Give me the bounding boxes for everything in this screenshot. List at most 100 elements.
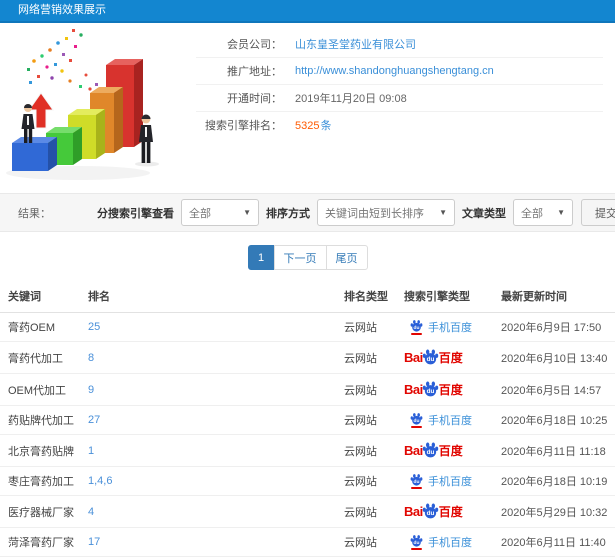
mobile-baidu-label: 手机百度 <box>428 476 472 488</box>
keyword-cell: 菏泽膏药厂家 <box>0 527 84 557</box>
baidu-paw-icon: du <box>410 320 423 332</box>
rank-link[interactable]: 9 <box>88 384 94 396</box>
info-label: 开通时间： <box>227 93 282 105</box>
pagination-next-button[interactable]: 下一页 <box>273 245 327 270</box>
baidu-paw-icon: du <box>422 442 438 458</box>
article-type-value: 全部 <box>521 207 543 220</box>
svg-text:du: du <box>414 325 420 331</box>
engine-filter-select[interactable]: 全部 ▼ <box>181 199 259 226</box>
info-value-link[interactable]: 山东皇圣堂药业有限公司 <box>295 36 416 52</box>
rank-cell: 9 <box>84 373 340 406</box>
engine-filter-value: 全部 <box>189 207 211 220</box>
pagination-last-button[interactable]: 尾页 <box>325 245 368 270</box>
rank-type-cell: 云网站 <box>340 341 400 374</box>
rank-count-unit: 条 <box>320 120 332 132</box>
baidu-paw-icon: du <box>422 381 438 397</box>
bar-blue <box>12 137 57 171</box>
engine-filter-label: 分搜索引擎查看 <box>97 207 174 220</box>
rank-link[interactable]: 4 <box>88 506 94 518</box>
engine-cell: du 手机百度 <box>400 405 497 435</box>
baidu-redline <box>411 426 422 428</box>
search-engine-rank-count: 5325条 <box>295 117 331 133</box>
table-row: 药贴牌代加工 27 云网站 du 手机百度 2020年6月18日 10:25 <box>0 405 615 435</box>
baidu-paw-icon: du <box>410 474 423 486</box>
svg-text:du: du <box>414 540 420 546</box>
sort-filter-select[interactable]: 关键词由短到长排序 ▼ <box>317 199 455 226</box>
rank-link[interactable]: 17 <box>88 536 100 548</box>
svg-text:du: du <box>414 479 420 485</box>
rank-link[interactable]: 1,4,6 <box>88 475 112 487</box>
chevron-down-icon: ▼ <box>243 208 251 217</box>
updated-cell: 2020年6月5日 14:57 <box>497 373 615 406</box>
rank-link[interactable]: 25 <box>88 321 100 333</box>
svg-text:du: du <box>426 356 434 363</box>
baidu-paw-icon: du <box>410 413 423 425</box>
rank-link[interactable]: 8 <box>88 352 94 364</box>
engine-cell: du 手机百度 <box>400 466 497 496</box>
column-header: 关键词 <box>0 280 84 313</box>
rank-count-number: 5325 <box>295 120 320 132</box>
updated-cell: 2020年6月11日 11:40 <box>497 527 615 557</box>
keyword-cell: 北京膏药贴牌 <box>0 434 84 467</box>
info-label: 推广地址： <box>227 66 282 78</box>
chevron-down-icon: ▼ <box>557 208 565 217</box>
rank-type-cell: 云网站 <box>340 312 400 342</box>
pagination: 1 下一页 尾页 <box>0 245 615 270</box>
mobile-baidu-logo: du 手机百度 <box>410 534 472 550</box>
rank-type-cell: 云网站 <box>340 405 400 435</box>
mobile-baidu-label: 手机百度 <box>428 322 472 334</box>
pagination-page-1[interactable]: 1 <box>247 245 275 270</box>
updated-cell: 2020年6月11日 11:18 <box>497 434 615 467</box>
baidu-paw-icon: du <box>422 349 438 365</box>
table-row: 医疗器械厂家 4 云网站 Bai du 百度 2020年5月29日 10:32 <box>0 495 615 528</box>
info-value-link[interactable]: http://www.shandonghuangshengtang.cn <box>295 65 494 77</box>
updated-cell: 2020年6月18日 10:25 <box>497 405 615 435</box>
rank-type-cell: 云网站 <box>340 495 400 528</box>
baidu-redline <box>411 548 422 550</box>
rank-cell: 4 <box>84 495 340 528</box>
baidu-paw-icon: du <box>410 535 423 547</box>
info-value: 2019年11月20日 09:08 <box>295 93 407 105</box>
info-row: 搜索引擎排名： 5325条 <box>196 112 603 138</box>
rank-link[interactable]: 27 <box>88 414 100 426</box>
rank-cell: 25 <box>84 312 340 342</box>
svg-text:du: du <box>426 388 434 395</box>
keyword-cell: 膏药代加工 <box>0 341 84 374</box>
rank-cell: 17 <box>84 527 340 557</box>
keyword-cell: OEM代加工 <box>0 373 84 406</box>
bar-chart-graphic <box>6 29 159 180</box>
rank-cell: 27 <box>84 405 340 435</box>
baidu-logo: Bai du 百度 <box>404 349 463 365</box>
column-header: 最新更新时间 <box>497 280 615 313</box>
column-header: 排名 <box>84 280 340 313</box>
baidu-paw-icon: du <box>422 503 438 519</box>
engine-cell: Bai du 百度 <box>400 434 497 467</box>
submit-button[interactable]: 提交 <box>581 199 615 226</box>
mobile-baidu-logo: du 手机百度 <box>410 412 472 428</box>
rank-link[interactable]: 1 <box>88 445 94 457</box>
article-type-select[interactable]: 全部 ▼ <box>513 199 573 226</box>
info-row: 推广地址： http://www.shandonghuangshengtang.c… <box>196 58 603 85</box>
page-title: 网络营销效果展示 <box>18 4 106 16</box>
result-label: 结果： <box>18 207 51 220</box>
page-title-bar: 网络营销效果展示 <box>0 0 615 23</box>
svg-text:du: du <box>426 449 434 456</box>
rank-type-cell: 云网站 <box>340 527 400 557</box>
sort-filter-label: 排序方式 <box>266 207 310 220</box>
baidu-logo: Bai du 百度 <box>404 503 463 519</box>
mobile-baidu-logo: du 手机百度 <box>410 319 472 335</box>
mobile-baidu-label: 手机百度 <box>428 537 472 549</box>
keyword-ranking-table: 关键词 排名 排名类型 搜索引擎类型 最新更新时间 膏药OEM 25 云网站 du 手机百度… <box>0 280 615 557</box>
table-row: 膏药代加工 8 云网站 Bai du 百度 2020年6月10日 13:40 <box>0 341 615 374</box>
table-row: 膏药OEM 25 云网站 du 手机百度 2020年6月9日 17:50 <box>0 312 615 342</box>
rank-cell: 8 <box>84 341 340 374</box>
mobile-baidu-logo: du 手机百度 <box>410 473 472 489</box>
column-header: 搜索引擎类型 <box>400 280 497 313</box>
keyword-cell: 医疗器械厂家 <box>0 495 84 528</box>
rank-type-cell: 云网站 <box>340 466 400 496</box>
info-row: 会员公司： 山东皇圣堂药业有限公司 <box>196 31 603 58</box>
svg-text:du: du <box>426 510 434 517</box>
info-label: 搜索引擎排名： <box>205 120 282 132</box>
keyword-cell: 膏药OEM <box>0 312 84 342</box>
growth-chart-illustration <box>0 23 196 187</box>
